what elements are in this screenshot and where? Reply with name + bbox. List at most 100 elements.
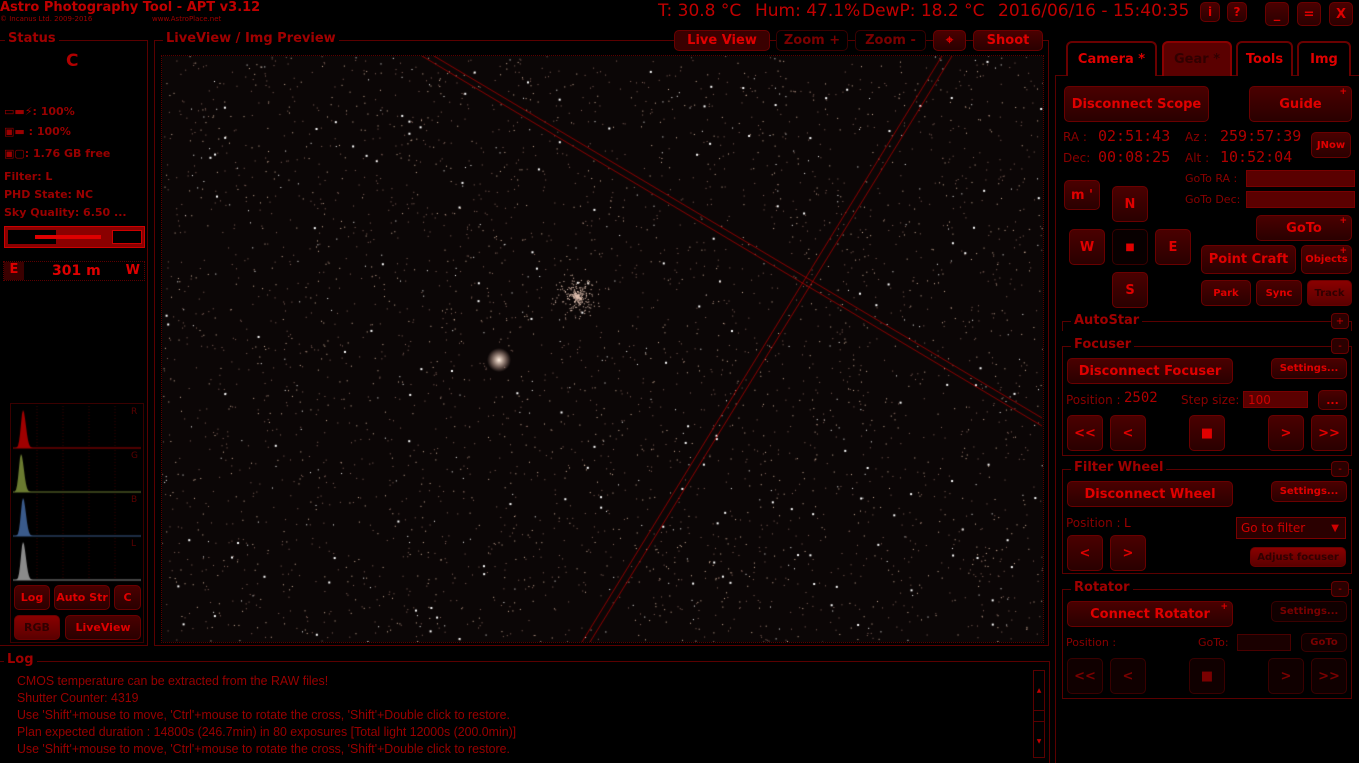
humidity: Hum: 47.1% [755, 1, 861, 21]
laptop-battery-icon: ▭▬⚡ [4, 105, 33, 118]
zoom-in-button[interactable]: Zoom + [776, 30, 848, 51]
west-button[interactable]: W [1069, 229, 1105, 265]
goto-ra-label: GoTo RA : [1185, 172, 1238, 185]
storage-row: ▣▢: 1.76 GB free [4, 147, 110, 160]
scroll-up-icon[interactable]: ▲ [1034, 671, 1044, 711]
live-view-button[interactable]: Live View [674, 30, 770, 51]
filter-status: Filter: L [4, 170, 53, 183]
goto-ra-input[interactable] [1246, 170, 1355, 187]
move-rate-button[interactable]: m ' [1064, 180, 1100, 210]
log-panel: Log CMOS temperature can be extracted fr… [0, 652, 1050, 763]
tab-gear[interactable]: Gear * [1162, 41, 1232, 76]
autostar-title: AutoStar [1071, 313, 1143, 328]
guide-label: Guide [1279, 96, 1322, 112]
rotate-fast-cw-button[interactable]: >> [1311, 658, 1347, 694]
focus-stop-button[interactable]: ■ [1189, 415, 1225, 451]
zoom-out-button[interactable]: Zoom - [855, 30, 926, 51]
log-scrollbar[interactable]: ▲ ▼ [1033, 670, 1045, 758]
stop-icon: ■ [1125, 241, 1135, 253]
track-button[interactable]: Track [1307, 280, 1352, 306]
scroll-down-icon[interactable]: ▼ [1034, 721, 1044, 757]
focus-fast-out-button[interactable]: >> [1311, 415, 1347, 451]
alt-label: Alt : [1185, 151, 1210, 165]
focuser-title: Focuser [1071, 337, 1135, 352]
west-label: W [125, 263, 140, 278]
tab-img[interactable]: Img [1297, 41, 1351, 76]
az-value: 259:57:39 [1220, 127, 1302, 145]
wheel-settings-button[interactable]: Settings... [1271, 481, 1347, 502]
east-button[interactable]: E [1155, 229, 1191, 265]
image-preview[interactable] [161, 55, 1044, 643]
log-list: CMOS temperature can be extracted from t… [17, 673, 1017, 758]
wheel-next-button[interactable]: > [1110, 535, 1146, 571]
cam-battery: : 100% [28, 125, 71, 138]
c-button[interactable]: C [114, 585, 141, 610]
goto-dec-input[interactable] [1246, 191, 1355, 208]
focus-out-button[interactable]: > [1268, 415, 1304, 451]
dec-value: 00:08:25 [1098, 148, 1171, 166]
minimize-button[interactable]: _ [1265, 2, 1289, 26]
stop-button[interactable]: ■ [1112, 229, 1148, 265]
disconnect-focuser-button[interactable]: Disconnect Focuser [1067, 358, 1233, 384]
wheel-prev-button[interactable]: < [1067, 535, 1103, 571]
help-button[interactable]: ? [1227, 2, 1247, 22]
autostar-section: AutoStar [1062, 313, 1352, 331]
rotator-goto-input[interactable] [1237, 634, 1291, 651]
disconnect-scope-button[interactable]: Disconnect Scope [1064, 86, 1209, 122]
rotate-cw-button[interactable]: > [1268, 658, 1304, 694]
liveview-histogram-button[interactable]: LiveView [65, 615, 141, 640]
log-button[interactable]: Log [14, 585, 50, 610]
disconnect-wheel-button[interactable]: Disconnect Wheel [1067, 481, 1233, 507]
south-button[interactable]: S [1112, 272, 1148, 308]
tab-camera[interactable]: Camera * [1066, 41, 1157, 76]
sky-quality: Sky Quality: 6.50 ... [4, 206, 127, 219]
filter-wheel-collapse-button[interactable]: - [1331, 461, 1349, 477]
dec-label: Dec: [1063, 151, 1091, 165]
rotator-collapse-button[interactable]: - [1331, 581, 1349, 597]
copyright: © Incanus Ltd. 2009-2016 [0, 15, 93, 23]
focus-in-button[interactable]: < [1110, 415, 1146, 451]
step-size-input[interactable]: 100 [1243, 391, 1308, 408]
maximize-button[interactable]: = [1297, 2, 1321, 26]
goto-filter-select[interactable]: Go to filter ▼ [1236, 517, 1346, 539]
adjust-focuser-button[interactable]: Adjust focuser [1250, 547, 1346, 567]
rotator-goto-label: GoTo: [1198, 636, 1229, 649]
pc-battery: : 100% [32, 105, 75, 118]
auto-stretch-button[interactable]: Auto Str [54, 585, 110, 610]
info-button[interactable]: i [1200, 2, 1220, 22]
autostar-expand-button[interactable]: + [1331, 313, 1349, 329]
connect-rotator-button[interactable]: Connect Rotator + [1067, 601, 1233, 627]
close-button[interactable]: X [1329, 2, 1353, 26]
connect-rotator-label: Connect Rotator [1090, 606, 1210, 622]
log-line: Plan expected duration : 14800s (246.7mi… [17, 724, 517, 739]
guide-button[interactable]: Guide + [1249, 86, 1352, 122]
north-button[interactable]: N [1112, 186, 1148, 222]
meridian-distance: E 301 m W [3, 261, 145, 281]
focus-fast-in-button[interactable]: << [1067, 415, 1103, 451]
goto-button[interactable]: GoTo + [1256, 215, 1352, 241]
focuser-settings-button[interactable]: Settings... [1271, 358, 1347, 379]
phd-state: PHD State: NC [4, 188, 94, 201]
rotator-goto-button[interactable]: GoTo [1301, 633, 1347, 652]
cam-battery-row: ▣▬ : 100% [4, 125, 71, 138]
log-line: Use 'Shift'+mouse to move, 'Ctrl'+mouse … [17, 707, 510, 722]
rgb-button[interactable]: RGB [14, 615, 60, 640]
park-button[interactable]: Park [1201, 280, 1251, 306]
crosshair-button[interactable]: ⌖ [933, 30, 966, 51]
tab-tools[interactable]: Tools [1236, 41, 1293, 76]
point-craft-button[interactable]: Point Craft [1201, 245, 1296, 274]
app-title: Astro Photography Tool - APT v3.12 [0, 0, 261, 15]
rotator-settings-button[interactable]: Settings... [1271, 601, 1347, 622]
focuser-collapse-button[interactable]: - [1331, 338, 1349, 354]
storage: : 1.76 GB free [24, 147, 111, 160]
shoot-button[interactable]: Shoot [973, 30, 1043, 51]
rotate-stop-button[interactable]: ■ [1189, 658, 1225, 694]
step-size-more-button[interactable]: ... [1318, 390, 1347, 410]
rotate-ccw-button[interactable]: < [1110, 658, 1146, 694]
rotate-fast-ccw-button[interactable]: << [1067, 658, 1103, 694]
objects-button[interactable]: Objects + [1301, 245, 1352, 274]
status-panel: Status C ▭▬⚡: 100% ▣▬ : 100% ▣▢: 1.76 GB… [0, 31, 148, 646]
jnow-button[interactable]: JNow [1311, 132, 1351, 158]
sync-button[interactable]: Sync [1256, 280, 1302, 306]
log-line: Shutter Counter: 4319 [17, 690, 139, 705]
